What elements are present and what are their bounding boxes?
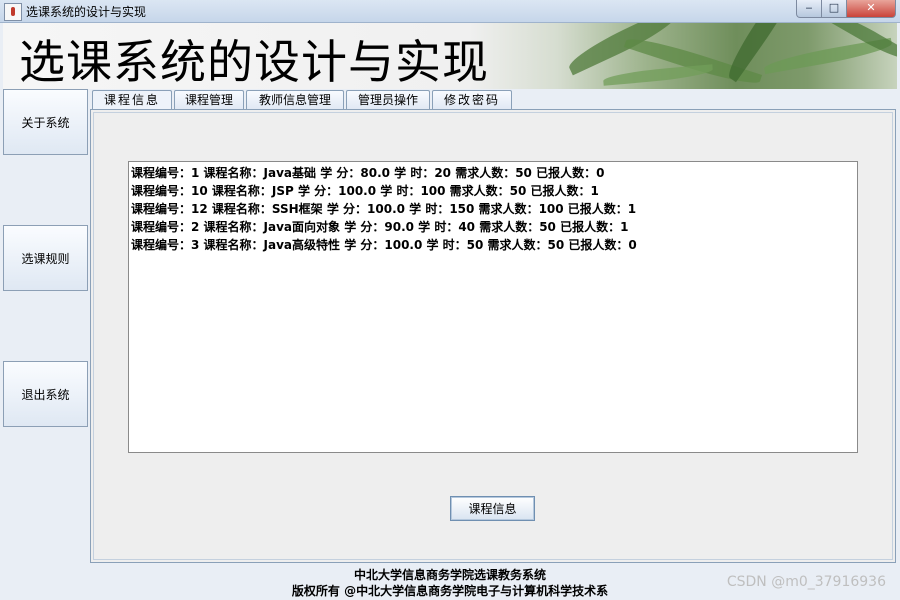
banner-title: 选课系统的设计与实现 [19,35,489,89]
tab-course-info[interactable]: 课程信息 [92,90,172,111]
minimize-button[interactable]: ‒ [796,0,822,18]
sidebar-about-button[interactable]: 关于系统 [3,89,88,155]
java-app-icon [4,3,22,21]
tab-course-management[interactable]: 课程管理 [174,90,244,109]
close-button[interactable]: ✕ [846,0,896,18]
palm-leaf-decoration [721,23,805,83]
course-line: 课程编号：1 课程名称：Java基础 学 分：80.0 学 时：20 需求人数：… [131,166,605,180]
maximize-button[interactable]: □ [821,0,847,18]
tab-teacher-management[interactable]: 教师信息管理 [246,90,344,109]
course-line: 课程编号：2 课程名称：Java面向对象 学 分：90.0 学 时：40 需求人… [131,220,629,234]
course-list-textarea[interactable]: 课程编号：1 课程名称：Java基础 学 分：80.0 学 时：20 需求人数：… [128,161,858,453]
course-info-button[interactable]: 课程信息 [450,496,535,521]
course-line: 课程编号：3 课程名称：Java高级特性 学 分：100.0 学 时：50 需求… [131,238,637,252]
palm-leaf-decoration [602,64,714,86]
course-line: 课程编号：10 课程名称：JSP 学 分：100.0 学 时：100 需求人数：… [131,184,599,198]
window-title-bar[interactable]: 选课系统的设计与实现 ‒ □ ✕ [0,0,900,23]
tab-change-password[interactable]: 修改密码 [432,90,512,109]
tab-admin-operations[interactable]: 管理员操作 [346,90,430,109]
csdn-watermark: CSDN @m0_37916936 [726,574,886,590]
window-title: 选课系统的设计与实现 [26,5,147,19]
course-line: 课程编号：12 课程名称：SSH框架 学 分：100.0 学 时：150 需求人… [131,202,637,216]
tab-content-panel: 课程编号：1 课程名称：Java基础 学 分：80.0 学 时：20 需求人数：… [90,109,896,563]
header-banner: 选课系统的设计与实现 [3,23,897,89]
sidebar-rules-button[interactable]: 选课规则 [3,225,88,291]
sidebar-exit-button[interactable]: 退出系统 [3,361,88,427]
